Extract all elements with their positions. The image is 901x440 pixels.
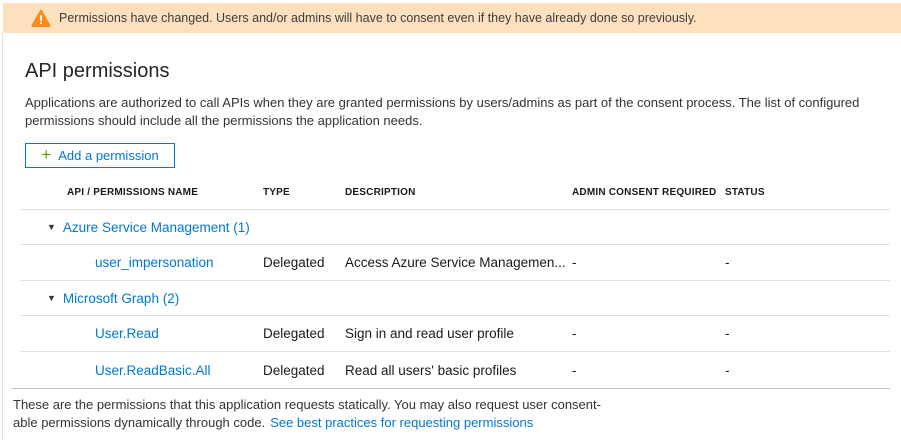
banner-message: Permissions have changed. Users and/or a… [59, 11, 697, 25]
permissions-table: API / PERMISSIONS NAME TYPE DESCRIPTION … [20, 175, 890, 388]
admin-consent-value: - [572, 326, 725, 341]
footer-divider [12, 388, 890, 389]
permission-description: Sign in and read user profile [345, 326, 572, 341]
header-type: TYPE [263, 187, 345, 198]
plus-icon: + [41, 146, 51, 163]
permission-link[interactable]: User.Read [95, 326, 159, 341]
blade-left-border [2, 33, 3, 440]
table-row-user-readbasic-all[interactable]: User.ReadBasic.All Delegated Read all us… [20, 352, 890, 388]
header-api-permissions-name: API / PERMISSIONS NAME [20, 187, 263, 198]
status-value: - [725, 363, 890, 378]
permission-description: Access Azure Service Managemen... [345, 255, 572, 270]
table-row-group-azure-service-management[interactable]: ▼ Azure Service Management (1) [20, 210, 890, 245]
add-permission-label: Add a permission [58, 148, 158, 163]
note-line-2: able permissions dynamically through cod… [13, 415, 265, 430]
header-status: STATUS [725, 187, 890, 198]
header-admin-consent-required: ADMIN CONSENT REQUIRED [572, 187, 725, 198]
collapse-triangle-icon[interactable]: ▼ [47, 222, 56, 232]
page-title: API permissions [25, 60, 170, 83]
table-header-row: API / PERMISSIONS NAME TYPE DESCRIPTION … [20, 175, 890, 210]
permission-type: Delegated [263, 326, 345, 341]
warning-icon [31, 9, 51, 27]
permissions-changed-warning-banner: Permissions have changed. Users and/or a… [3, 3, 901, 33]
admin-consent-value: - [572, 363, 725, 378]
status-value: - [725, 326, 890, 341]
table-row-user-impersonation[interactable]: user_impersonation Delegated Access Azur… [20, 245, 890, 281]
note-line-1: These are the permissions that this appl… [13, 396, 601, 414]
permission-link[interactable]: user_impersonation [95, 255, 214, 270]
permission-description: Read all users' basic profiles [345, 363, 572, 378]
page-description: Applications are authorized to call APIs… [25, 94, 877, 129]
admin-consent-value: - [572, 255, 725, 270]
best-practices-link[interactable]: See best practices for requesting permis… [270, 415, 533, 430]
api-group-link[interactable]: Microsoft Graph (2) [63, 291, 179, 306]
header-description: DESCRIPTION [345, 187, 572, 198]
collapse-triangle-icon[interactable]: ▼ [47, 293, 56, 303]
permission-type: Delegated [263, 363, 345, 378]
status-value: - [725, 255, 890, 270]
add-permission-button[interactable]: + Add a permission [25, 143, 175, 168]
table-row-user-read[interactable]: User.Read Delegated Sign in and read use… [20, 316, 890, 352]
permission-type: Delegated [263, 255, 345, 270]
static-permissions-note: These are the permissions that this appl… [13, 396, 601, 431]
permission-link[interactable]: User.ReadBasic.All [95, 363, 211, 378]
api-group-link[interactable]: Azure Service Management (1) [63, 220, 250, 235]
table-row-group-microsoft-graph[interactable]: ▼ Microsoft Graph (2) [20, 281, 890, 316]
